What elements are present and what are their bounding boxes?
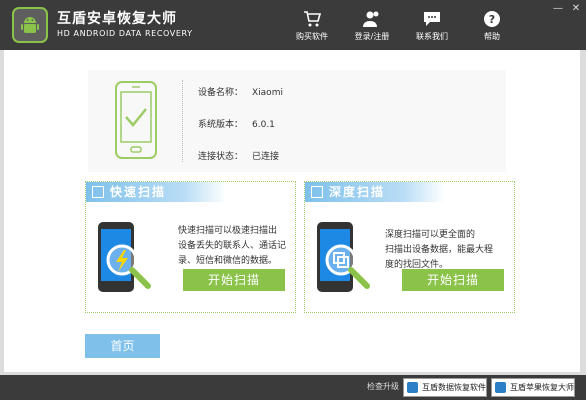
quick-scan-description: 快速扫描可以极速扫描出 设备丢失的联系人、通话记 录、短信和微信的数据。	[178, 224, 286, 269]
deep-scan-start-button[interactable]: 开始扫描	[402, 269, 504, 291]
deep-scan-description: 深度扫描可以更全面的 扫描出设备数据，能最大程 度的找回文件。	[385, 228, 493, 273]
device-name-row: 设备名称： Xiaomi	[198, 85, 283, 98]
check-update-link[interactable]: 检查升级	[367, 381, 399, 392]
app-subtitle: HD ANDROID DATA RECOVERY	[57, 29, 193, 38]
info-divider	[182, 80, 183, 162]
deep-scan-desc-line: 扫描出设备数据，能最大程	[385, 245, 494, 255]
system-version-value: 6.0.1	[252, 120, 275, 130]
quick-scan-desc-line: 设备丢失的联系人、通话记	[178, 241, 287, 251]
svg-text:?: ?	[489, 13, 495, 26]
app-title: 互盾安卓恢复大师	[57, 11, 177, 27]
scan-header-icon	[92, 186, 104, 198]
chat-icon	[404, 9, 460, 29]
hd-apple-recovery-icon	[495, 382, 506, 393]
nav-buy-label: 购买软件	[296, 32, 328, 41]
android-logo-icon	[12, 7, 48, 43]
system-version-label: 系统版本：	[198, 120, 244, 130]
device-name-value: Xiaomi	[252, 88, 283, 98]
connection-status-row: 连接状态： 已连接	[198, 149, 279, 162]
nav-contact-button[interactable]: 联系我们	[404, 9, 460, 45]
system-version-row: 系统版本： 6.0.1	[198, 117, 275, 130]
hd-apple-recovery-button[interactable]: 互盾苹果恢复大师	[491, 378, 575, 397]
phone-connected-icon	[115, 81, 157, 159]
cart-icon	[284, 9, 340, 29]
device-name-label: 设备名称：	[198, 88, 244, 98]
quick-scan-phone-icon	[98, 222, 151, 292]
nav-login-label: 登录/注册	[354, 32, 390, 41]
hd-data-recovery-icon	[407, 382, 418, 393]
quick-scan-card: 快速扫描 快速扫描可以极速扫描出 设备丢失的联系人、通话记 录、短信和微信的数据…	[85, 181, 296, 313]
quick-scan-desc-line: 快速扫描可以极速扫描出	[178, 226, 278, 236]
quick-scan-desc-line: 录、短信和微信的数据。	[178, 256, 278, 266]
quick-scan-start-button[interactable]: 开始扫描	[183, 269, 285, 291]
home-button[interactable]: 首页	[85, 334, 160, 358]
scan-header-icon	[311, 186, 323, 198]
hd-data-recovery-label: 互盾数据恢复软件	[422, 383, 486, 392]
quick-scan-title: 快速扫描	[110, 185, 167, 199]
nav-contact-label: 联系我们	[416, 32, 448, 41]
bottom-bar: 检查升级 互盾数据恢复软件 互盾苹果恢复大师	[0, 375, 586, 400]
minimize-button[interactable]: —	[550, 2, 566, 16]
nav-help-button[interactable]: ? 帮助	[464, 9, 520, 45]
hd-data-recovery-button[interactable]: 互盾数据恢复软件	[403, 378, 487, 397]
deep-scan-header: 深度扫描	[305, 182, 445, 202]
title-bar: 互盾安卓恢复大师 HD ANDROID DATA RECOVERY 购买软件 登…	[0, 0, 586, 50]
main-panel: 设备名称： Xiaomi 系统版本： 6.0.1 连接状态： 已连接 快速扫描 快速扫…	[4, 50, 580, 372]
deep-scan-desc-line: 深度扫描可以更全面的	[385, 230, 476, 240]
nav-buy-button[interactable]: 购买软件	[284, 9, 340, 45]
connection-status-value: 已连接	[252, 152, 280, 162]
quick-scan-header: 快速扫描	[86, 182, 226, 202]
device-info-card: 设备名称： Xiaomi 系统版本： 6.0.1 连接状态： 已连接	[88, 70, 506, 172]
deep-scan-title: 深度扫描	[329, 185, 386, 199]
nav-login-button[interactable]: 登录/注册	[344, 9, 400, 45]
nav-help-label: 帮助	[484, 32, 500, 41]
hd-apple-recovery-label: 互盾苹果恢复大师	[510, 383, 574, 392]
deep-scan-card: 深度扫描 深度扫描可以更全面的 扫描出设备数据，能最大程 度的找回文件。 开始扫…	[304, 181, 515, 313]
connection-status-label: 连接状态：	[198, 152, 244, 162]
users-icon	[344, 9, 400, 29]
close-button[interactable]: ✕	[568, 2, 584, 16]
deep-scan-phone-icon	[317, 222, 370, 292]
help-icon: ?	[464, 9, 520, 29]
